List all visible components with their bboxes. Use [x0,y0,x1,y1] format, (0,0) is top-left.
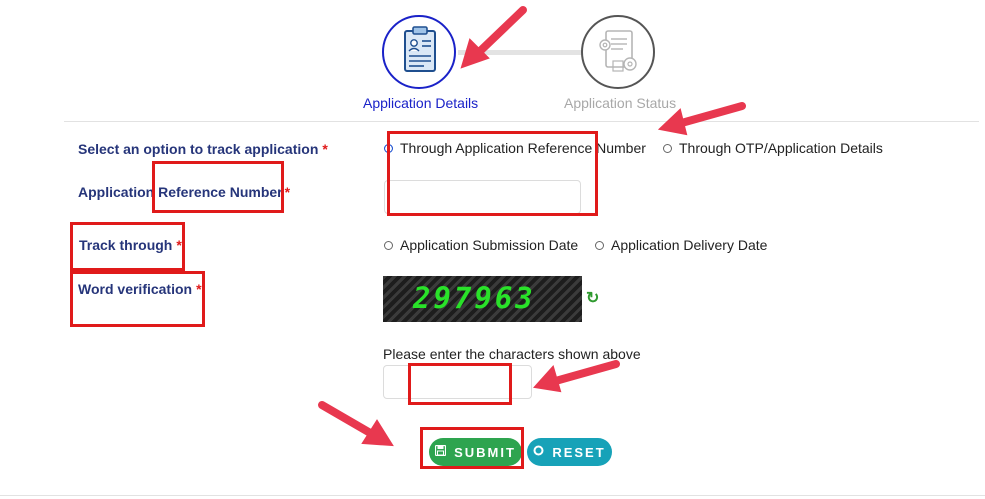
arrow-to-captcha-input [533,360,620,393]
arrow-to-radio-option [657,102,746,136]
annotation-arrows [318,6,746,447]
arrow-to-submit [318,401,394,447]
arrow-to-step-icon [460,6,527,69]
